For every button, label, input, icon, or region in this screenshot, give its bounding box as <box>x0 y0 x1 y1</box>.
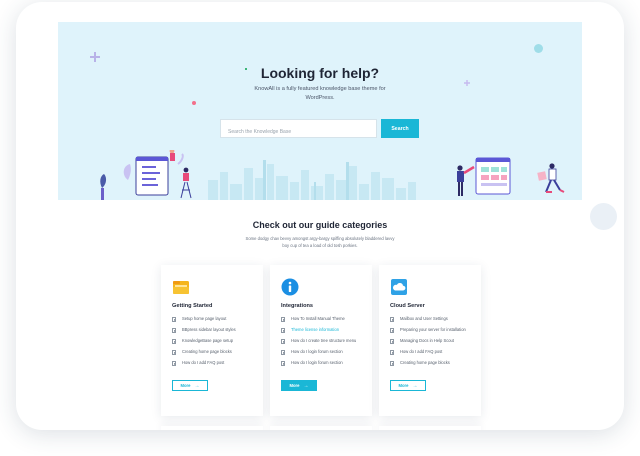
hero-title: Looking for help? <box>260 65 380 81</box>
article-link[interactable]: How do I login forum section <box>281 349 356 360</box>
document-icon <box>172 316 176 322</box>
categories-subtitle: Some dodgy chav bevvy amongst argy-bargy… <box>245 236 395 248</box>
article-link[interactable]: Setup home page layout <box>172 316 236 327</box>
more-button[interactable]: More → <box>281 380 317 391</box>
article-link-active[interactable]: Theme license information <box>281 327 356 338</box>
document-icon <box>172 360 176 366</box>
device-frame: Looking for help? KnowAll is a fully fea… <box>16 2 624 430</box>
more-button[interactable]: More → <box>390 380 426 391</box>
hero-subtitle: KnowAll is a fully featured knowledge ba… <box>254 86 386 101</box>
article-link[interactable]: How do I add FAQ post <box>390 349 466 360</box>
article-link[interactable]: Preparing your server for installation <box>390 327 466 338</box>
category-card-getting-started: Getting Started Setup home page layout B… <box>161 265 263 416</box>
article-link[interactable]: KnowledgeBase page setup <box>172 338 236 349</box>
card-title: Integrations <box>281 303 314 309</box>
device-side-button <box>590 203 617 230</box>
folder-icon <box>173 281 189 294</box>
next-row-card <box>161 426 263 430</box>
document-icon <box>281 338 285 344</box>
cloud-icon <box>391 279 407 295</box>
document-icon <box>172 349 176 355</box>
document-icon <box>281 360 285 366</box>
search-button[interactable]: Search <box>381 119 419 138</box>
document-icon <box>172 327 176 333</box>
team-illustration-right <box>457 157 565 196</box>
search-input[interactable] <box>221 123 376 141</box>
article-list: How To Install Manual Theme Theme licens… <box>281 316 356 371</box>
card-title: Cloud Server <box>390 303 425 309</box>
article-link[interactable]: How To Install Manual Theme <box>281 316 356 327</box>
document-icon <box>281 327 285 333</box>
team-illustration-left <box>100 150 192 200</box>
arrow-right-icon: → <box>412 382 418 389</box>
plus-sparkle-icon <box>90 52 100 62</box>
category-card-cloud-server: Cloud Server Mailbox and User Settings P… <box>379 265 481 416</box>
article-link[interactable]: BBpress sidebar layout styles <box>172 327 236 338</box>
page-viewport: Looking for help? KnowAll is a fully fea… <box>58 22 582 430</box>
card-title: Getting Started <box>172 303 213 309</box>
article-link[interactable]: Creating home page blocks <box>172 349 236 360</box>
search-box <box>220 119 377 141</box>
document-icon <box>390 316 394 322</box>
category-card-integrations: Integrations How To Install Manual Theme… <box>270 265 372 416</box>
next-row-card <box>270 426 372 430</box>
more-button[interactable]: More → <box>172 380 208 391</box>
document-icon <box>281 316 285 322</box>
document-icon <box>172 338 176 344</box>
arrow-right-icon: → <box>194 382 200 389</box>
article-link[interactable]: How do I add FAQ post <box>172 360 236 371</box>
document-icon <box>390 338 394 344</box>
article-list: Mailbox and User Settings Preparing your… <box>390 316 466 371</box>
document-icon <box>390 349 394 355</box>
document-icon <box>390 360 394 366</box>
next-row-card <box>379 426 481 430</box>
categories-title: Check out our guide categories <box>252 220 388 230</box>
article-link[interactable]: How do I login forum section <box>281 360 356 371</box>
dot-decoration <box>534 44 543 53</box>
info-icon <box>281 278 299 296</box>
article-link[interactable]: Managing Docs in Help Scout <box>390 338 466 349</box>
article-link[interactable]: Creating home page blocks <box>390 360 466 371</box>
article-link[interactable]: Mailbox and User Settings <box>390 316 466 327</box>
document-icon <box>281 349 285 355</box>
document-icon <box>390 327 394 333</box>
arrow-right-icon: → <box>303 382 309 389</box>
article-link[interactable]: How do I create tree structure menu <box>281 338 356 349</box>
article-list: Setup home page layout BBpress sidebar l… <box>172 316 236 371</box>
hero-banner: Looking for help? KnowAll is a fully fea… <box>58 22 582 200</box>
dot-decoration <box>192 101 196 105</box>
